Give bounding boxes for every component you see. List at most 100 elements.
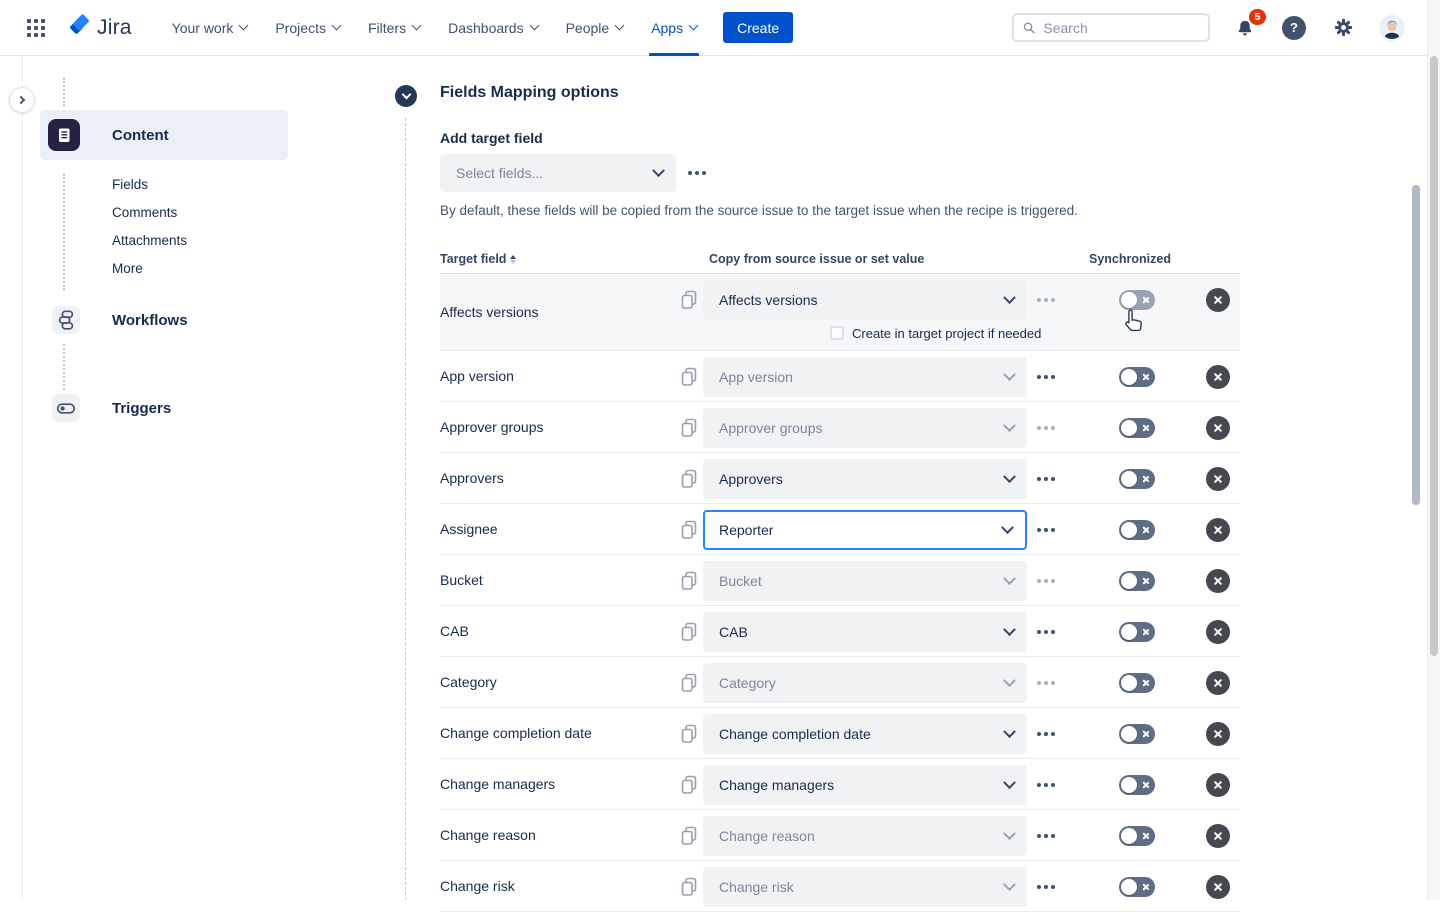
- remove-field-button[interactable]: [1206, 875, 1230, 899]
- synchronized-toggle[interactable]: [1119, 724, 1155, 744]
- row-more-button[interactable]: [1037, 298, 1055, 302]
- settings-button[interactable]: [1329, 14, 1357, 42]
- notifications-button[interactable]: 5: [1231, 14, 1259, 42]
- synchronized-toggle[interactable]: [1119, 877, 1155, 897]
- sidebar-item-content[interactable]: Content: [40, 110, 288, 160]
- value-dropdown[interactable]: App version: [703, 357, 1027, 397]
- remove-field-button[interactable]: [1206, 518, 1230, 542]
- create-button[interactable]: Create: [723, 12, 793, 43]
- row-more-button[interactable]: [1037, 630, 1055, 634]
- value-dropdown[interactable]: Category: [703, 663, 1027, 703]
- remove-field-button[interactable]: [1206, 365, 1230, 389]
- row-more-button[interactable]: [1037, 783, 1055, 787]
- synchronized-toggle[interactable]: [1119, 469, 1155, 489]
- remove-field-button[interactable]: [1206, 288, 1230, 312]
- remove-field-button[interactable]: [1206, 620, 1230, 644]
- row-more-button[interactable]: [1037, 375, 1055, 379]
- nav-projects[interactable]: Projects: [261, 0, 354, 56]
- profile-button[interactable]: [1378, 14, 1406, 42]
- copy-icon[interactable]: [679, 825, 699, 852]
- row-more-button[interactable]: [1037, 885, 1055, 889]
- value-dropdown[interactable]: Change risk: [703, 867, 1027, 907]
- row-more-button[interactable]: [1037, 528, 1055, 532]
- value-dropdown[interactable]: Approver groups: [703, 408, 1027, 448]
- copy-icon[interactable]: [679, 417, 699, 444]
- value-dropdown-text: CAB: [719, 624, 748, 640]
- copy-icon[interactable]: [679, 723, 699, 750]
- create-in-target-checkbox[interactable]: [830, 326, 844, 340]
- synchronized-toggle[interactable]: [1119, 622, 1155, 642]
- content-scrollbar-thumb[interactable]: [1412, 185, 1420, 505]
- copy-icon[interactable]: [679, 289, 699, 316]
- synchronized-toggle[interactable]: [1119, 775, 1155, 795]
- chevron-down-icon: [529, 21, 539, 31]
- value-dropdown[interactable]: Approvers: [703, 459, 1027, 499]
- synchronized-toggle[interactable]: [1119, 418, 1155, 438]
- synchronized-toggle[interactable]: [1119, 520, 1155, 540]
- window-scrollbar-track[interactable]: [1427, 0, 1440, 900]
- select-fields-dropdown[interactable]: Select fields...: [440, 154, 676, 192]
- synchronized-toggle[interactable]: [1119, 826, 1155, 846]
- nav-filters[interactable]: Filters: [354, 0, 434, 56]
- close-icon: [1213, 729, 1223, 739]
- nav-people[interactable]: People: [552, 0, 638, 56]
- synchronized-toggle[interactable]: [1119, 673, 1155, 693]
- help-button[interactable]: ?: [1280, 14, 1308, 42]
- synchronized-toggle[interactable]: [1119, 367, 1155, 387]
- copy-icon[interactable]: [679, 366, 699, 393]
- jira-logo-icon: [66, 14, 93, 41]
- sidebar-item-attachments[interactable]: Attachments: [112, 233, 187, 249]
- value-dropdown[interactable]: Affects versions: [703, 280, 1027, 320]
- row-more-button[interactable]: [1037, 477, 1055, 481]
- remove-field-button[interactable]: [1206, 569, 1230, 593]
- sidebar-item-workflows[interactable]: Workflows: [52, 306, 188, 334]
- remove-field-button[interactable]: [1206, 416, 1230, 440]
- row-more-button[interactable]: [1037, 681, 1055, 685]
- nav-dashboards[interactable]: Dashboards: [434, 0, 552, 56]
- value-dropdown[interactable]: Change completion date: [703, 714, 1027, 754]
- remove-field-button[interactable]: [1206, 773, 1230, 797]
- sidebar-item-fields[interactable]: Fields: [112, 177, 148, 193]
- nav-your-work[interactable]: Your work: [158, 0, 262, 56]
- toggle-knob: [1121, 420, 1137, 436]
- synchronized-toggle[interactable]: [1119, 290, 1155, 310]
- value-dropdown[interactable]: CAB: [703, 612, 1027, 652]
- search-input[interactable]: [1043, 20, 1199, 36]
- copy-icon[interactable]: [679, 621, 699, 648]
- nav-apps[interactable]: Apps: [637, 0, 711, 56]
- value-dropdown[interactable]: Bucket: [703, 561, 1027, 601]
- value-dropdown[interactable]: Change managers: [703, 765, 1027, 805]
- chevron-down-icon: [1003, 419, 1016, 432]
- expand-panel-button[interactable]: [9, 87, 35, 113]
- jira-logo[interactable]: Jira: [66, 14, 132, 41]
- value-dropdown[interactable]: Reporter: [703, 510, 1027, 550]
- synchronized-toggle[interactable]: [1119, 571, 1155, 591]
- row-more-button[interactable]: [1037, 426, 1055, 430]
- close-icon: [1213, 295, 1223, 305]
- remove-field-button[interactable]: [1206, 467, 1230, 491]
- collapse-section-button[interactable]: [395, 85, 417, 107]
- column-header-target-field[interactable]: Target field: [440, 252, 516, 266]
- sidebar-item-triggers[interactable]: Triggers: [52, 394, 171, 422]
- copy-icon[interactable]: [679, 570, 699, 597]
- copy-icon[interactable]: [679, 519, 699, 546]
- value-dropdown-text: Change risk: [719, 879, 794, 895]
- remove-field-button[interactable]: [1206, 722, 1230, 746]
- copy-icon[interactable]: [679, 672, 699, 699]
- copy-icon[interactable]: [679, 876, 699, 903]
- sidebar-item-more[interactable]: More: [112, 261, 143, 277]
- row-more-button[interactable]: [1037, 732, 1055, 736]
- row-more-button[interactable]: [1037, 834, 1055, 838]
- copy-icon[interactable]: [679, 468, 699, 495]
- copy-icon[interactable]: [679, 774, 699, 801]
- remove-field-button[interactable]: [1206, 824, 1230, 848]
- global-search[interactable]: [1012, 13, 1210, 42]
- sidebar-item-comments[interactable]: Comments: [112, 205, 177, 221]
- app-switcher-button[interactable]: [20, 12, 52, 44]
- window-scrollbar-thumb[interactable]: [1430, 56, 1438, 656]
- value-dropdown[interactable]: Change reason: [703, 816, 1027, 856]
- remove-field-button[interactable]: [1206, 671, 1230, 695]
- add-field-more-button[interactable]: [688, 171, 706, 175]
- field-rows: Affects versions Affects versions Create…: [440, 274, 1240, 912]
- row-more-button[interactable]: [1037, 579, 1055, 583]
